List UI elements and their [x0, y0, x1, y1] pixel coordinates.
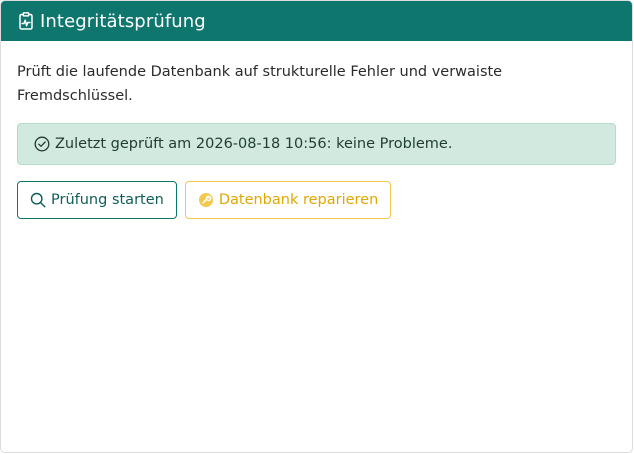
- card-title: Integritätsprüfung: [40, 10, 206, 32]
- action-bar: Prüfung starten Datenbank reparieren: [17, 181, 616, 219]
- start-check-button[interactable]: Prüfung starten: [17, 181, 177, 219]
- integrity-check-card: Integritätsprüfung Prüft die laufende Da…: [0, 0, 633, 453]
- search-icon: [30, 192, 46, 208]
- check-circle-icon: [34, 136, 50, 152]
- clipboard-pulse-icon: [18, 11, 34, 31]
- card-header: Integritätsprüfung: [1, 1, 632, 41]
- card-body: Prüft die laufende Datenbank auf struktu…: [1, 41, 632, 219]
- status-alert: Zuletzt geprüft am 2026-08-18 10:56: kei…: [17, 123, 616, 165]
- status-alert-text: Zuletzt geprüft am 2026-08-18 10:56: kei…: [55, 136, 453, 152]
- repair-database-label: Datenbank reparieren: [218, 192, 379, 208]
- repair-database-button[interactable]: Datenbank reparieren: [184, 181, 392, 219]
- start-check-label: Prüfung starten: [51, 192, 164, 208]
- wrench-coin-icon: [198, 192, 214, 208]
- description-text: Prüft die laufende Datenbank auf struktu…: [17, 64, 503, 104]
